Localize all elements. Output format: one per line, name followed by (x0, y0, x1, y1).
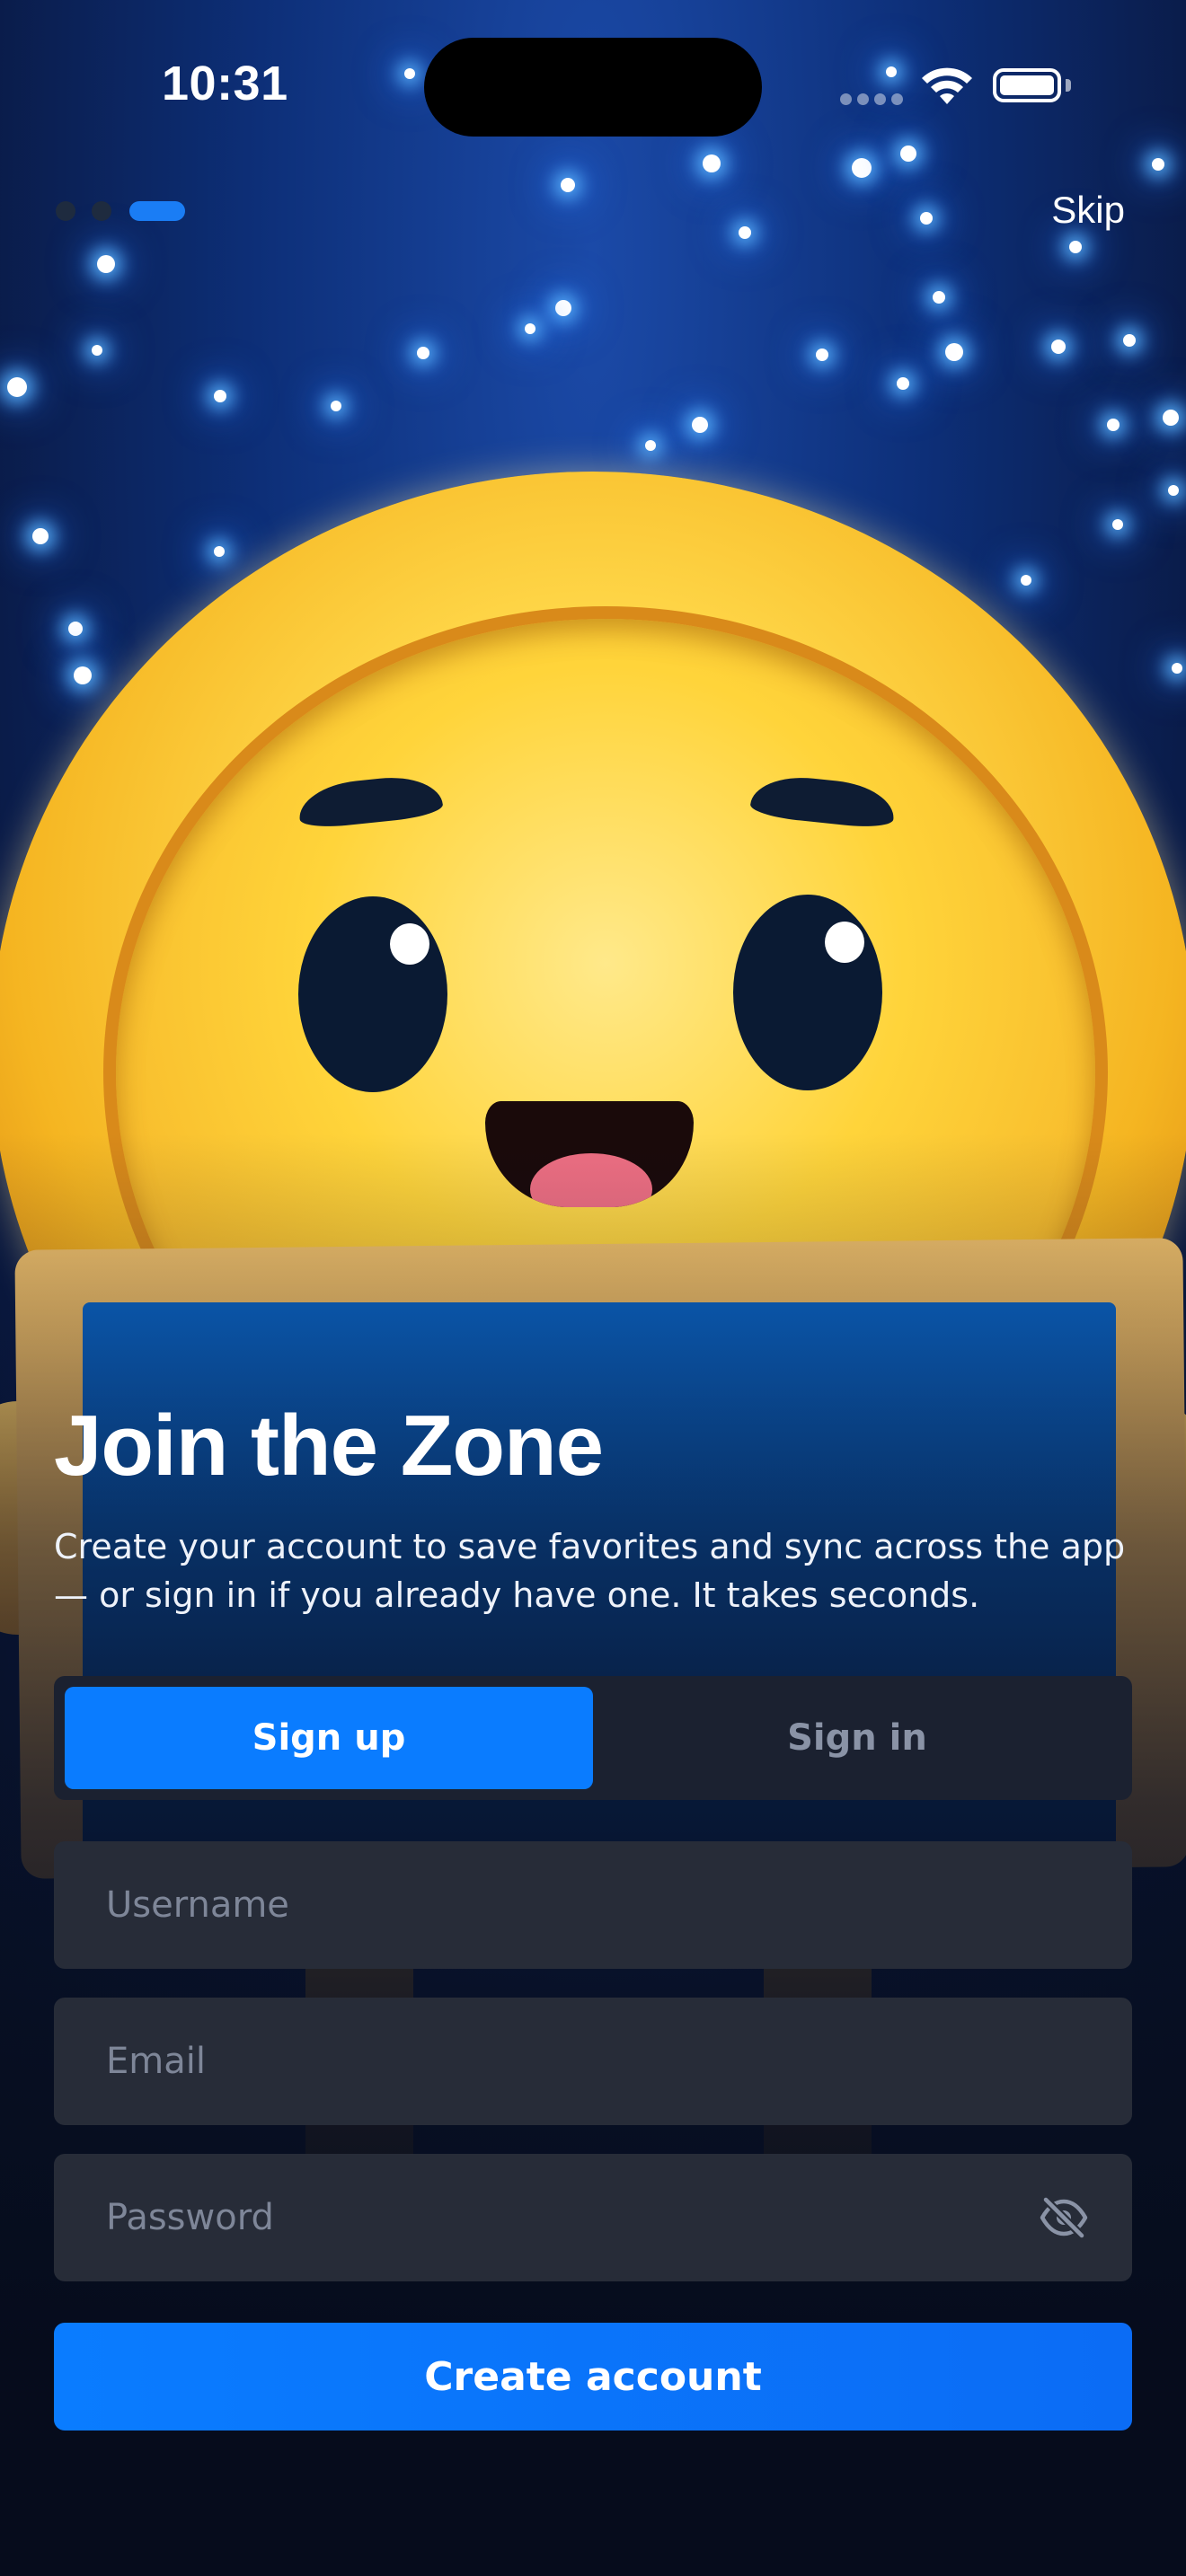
battery-icon (993, 68, 1061, 102)
email-field-container (54, 1998, 1132, 2125)
battery-cap (1066, 79, 1071, 92)
skip-button[interactable]: Skip (1051, 189, 1125, 232)
eye-slash-icon[interactable] (1039, 2194, 1089, 2241)
wifi-icon (922, 67, 972, 104)
onboarding-signup-screen: 10:31 Skip Join the Zone Create your acc… (0, 0, 1186, 2576)
status-bar: 10:31 (0, 0, 1186, 180)
page-title: Join the Zone (54, 1398, 604, 1494)
password-field-container (54, 2154, 1132, 2281)
password-input[interactable] (106, 2154, 1022, 2281)
username-field-container (54, 1841, 1132, 1969)
status-time: 10:31 (162, 57, 288, 110)
page-subtitle: Create your account to save favorites an… (54, 1527, 1126, 1615)
dynamic-island (424, 38, 762, 137)
create-account-button[interactable]: Create account (54, 2323, 1132, 2430)
tab-sign-up[interactable]: Sign up (65, 1687, 593, 1789)
cellular-signal-icon (840, 93, 903, 106)
username-input[interactable] (106, 1841, 1022, 1969)
page-dot-3-active (129, 201, 185, 221)
tab-sign-in[interactable]: Sign in (593, 1687, 1121, 1789)
auth-mode-segmented-control: Sign up Sign in (54, 1676, 1132, 1800)
page-dot-1 (56, 201, 75, 221)
email-input[interactable] (106, 1998, 1022, 2125)
page-dot-2 (92, 201, 111, 221)
